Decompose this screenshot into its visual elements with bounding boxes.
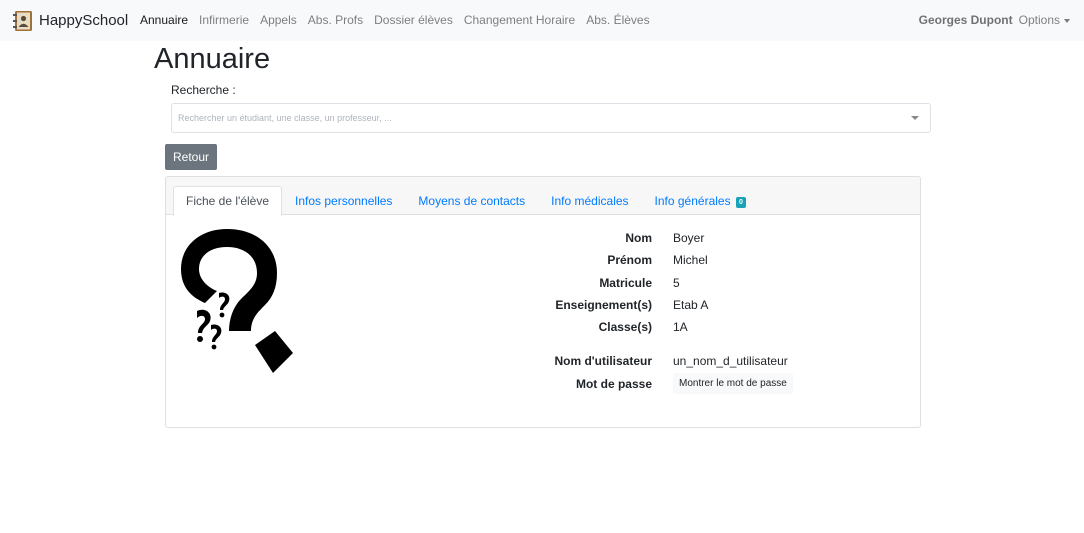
field-enseignement: Enseignement(s) Etab A [486,297,886,313]
nav-dossier-eleves[interactable]: Dossier élèves [374,13,453,28]
nav-annuaire[interactable]: Annuaire [140,13,188,28]
user-name: Georges Dupont [918,13,1013,27]
field-password: Mot de passe Montrer le mot de passe [486,373,886,394]
tab-info-medicales[interactable]: Info médicales [538,186,641,215]
tab-infos-personnelles[interactable]: Infos personnelles [282,186,405,215]
main-nav: Annuaire Infirmerie Appels Abs. Profs Do… [140,13,661,28]
field-matricule: Matricule 5 [486,275,886,291]
nav-abs-eleves[interactable]: Abs. Élèves [586,13,649,28]
field-value: 5 [673,276,680,290]
field-nom: Nom Boyer [486,230,886,246]
field-value: Boyer [673,231,705,245]
search-label: Recherche : [171,83,236,97]
card-header: Fiche de l'élève Infos personnelles Moye… [166,177,920,216]
options-label: Options [1018,13,1060,27]
address-book-icon [13,11,32,31]
field-label: Classe(s) [598,320,652,334]
brand-link[interactable]: HappySchool [12,9,128,33]
search-select[interactable] [171,103,931,133]
username-value: un_nom_d_utilisateur [673,354,788,368]
tab-info-generales[interactable]: Info générales 0 [642,186,759,215]
count-badge: 0 [735,197,746,208]
options-dropdown[interactable]: Options [1019,13,1070,28]
tab-moyens-contacts[interactable]: Moyens de contacts [405,186,538,215]
user-menu: Georges Dupont Options [919,13,1070,28]
field-label: Matricule [599,276,652,290]
field-value: Etab A [673,298,709,312]
brand-name: HappySchool [39,12,129,29]
field-prenom: Prénom Michel [486,252,886,268]
caret-down-icon [1064,19,1070,23]
show-password-button[interactable]: Montrer le mot de passe [673,373,793,394]
nav-abs-profs[interactable]: Abs. Profs [308,13,363,28]
tab-fiche-eleve[interactable]: Fiche de l'élève [173,186,283,216]
nav-appels[interactable]: Appels [260,13,297,28]
student-card: Fiche de l'élève Infos personnelles Moye… [165,176,921,428]
tab-info-generales-label: Info générales [654,194,731,208]
field-label: Prénom [607,253,652,267]
field-value: Michel [673,253,708,267]
search-input[interactable] [178,104,898,132]
back-button[interactable]: Retour [165,144,217,170]
nav-infirmerie[interactable]: Infirmerie [199,13,249,28]
navbar: HappySchool Annuaire Infirmerie Appels A… [0,0,1084,41]
nav-changement-horaire[interactable]: Changement Horaire [464,13,575,28]
field-username: Nom d'utilisateur un_nom_d_utilisateur [486,353,886,369]
field-label: Nom [625,231,652,245]
student-tabs: Fiche de l'élève Infos personnelles Moye… [173,186,759,216]
field-value: 1A [673,320,688,334]
dropdown-arrow-icon[interactable] [911,116,919,120]
field-label: Nom d'utilisateur [554,354,652,368]
page-title: Annuaire [154,43,271,75]
unknown-person-icon [181,229,293,373]
field-classe: Classe(s) 1A [486,319,886,335]
field-label: Enseignement(s) [555,298,652,312]
field-label: Mot de passe [575,377,652,391]
